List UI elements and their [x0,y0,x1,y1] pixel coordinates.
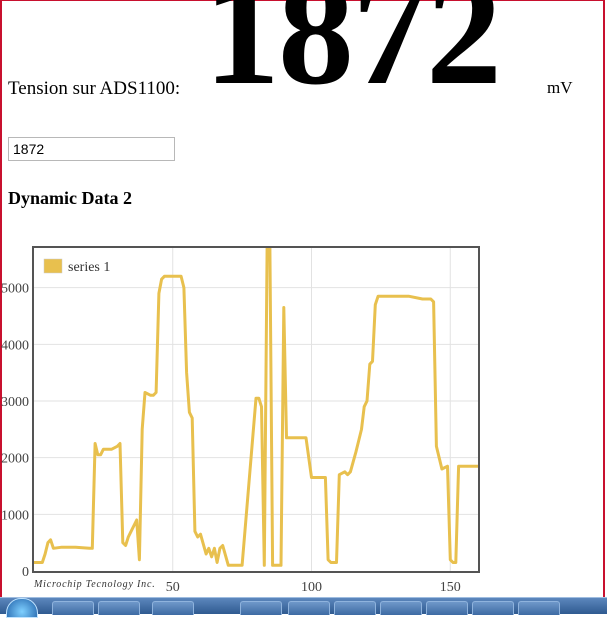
y-tick-label: 5000 [1,282,29,297]
chart-credit: Microchip Tecnology Inc. [33,579,156,590]
tension-unit: mV [547,78,573,97]
series-line [32,246,480,567]
y-tick-label: 2000 [1,452,29,467]
y-tick-label: 1000 [1,508,29,523]
y-tick-label: 3000 [1,395,29,410]
x-tick-label: 150 [440,580,461,595]
legend-label: series 1 [68,260,110,275]
start-orb-icon[interactable] [6,598,38,618]
value-input[interactable] [8,137,175,161]
windows-taskbar [0,597,607,618]
tension-readout: Tension sur ADS1100: 1872 mV [8,0,598,110]
y-tick-label: 4000 [1,338,29,353]
tension-label: Tension sur ADS1100: [8,78,181,99]
tension-value: 1872 [204,0,502,116]
legend-swatch [43,258,63,274]
section-title: Dynamic Data 2 [8,188,132,208]
x-tick-label: 100 [301,580,322,595]
x-tick-label: 50 [166,580,180,595]
dynamic-data-chart: 0 1000 2000 3000 4000 5000 50 100 150 series 1 M… [1,246,480,595]
y-tick-label: 0 [22,565,29,580]
